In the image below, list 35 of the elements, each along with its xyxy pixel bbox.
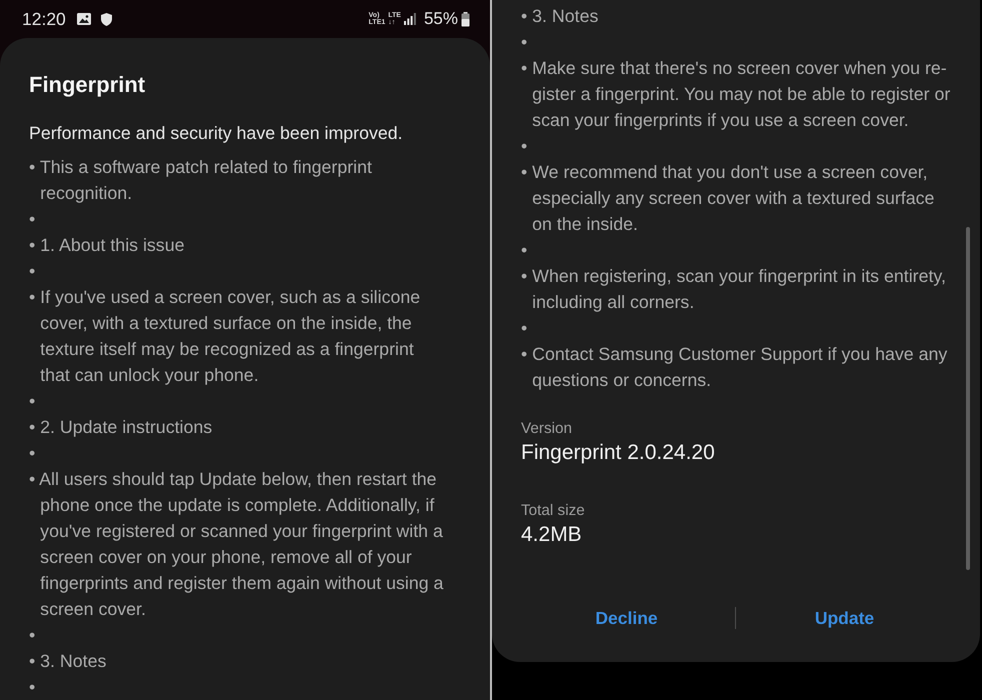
note-line: •	[29, 676, 36, 699]
size-label: Total size	[521, 501, 586, 521]
update-button[interactable]: Update	[736, 594, 953, 642]
note-line: •	[521, 135, 528, 158]
note-line: • Contact Samsung Customer Support if you have any questions or concerns.	[521, 343, 948, 392]
note-line: • 3. Notes	[521, 5, 600, 28]
note-line: • 2. Update instructions	[29, 416, 214, 439]
battery-icon	[461, 12, 470, 26]
summary-text: Performance and security have been improved.	[29, 122, 404, 145]
shield-icon	[100, 12, 112, 26]
note-line: • This a software patch related to fingerprint recognition.	[29, 156, 373, 205]
size-value: 4.2MB	[521, 522, 583, 548]
version-label: Version	[521, 419, 574, 439]
signal-icon	[404, 13, 416, 25]
decline-button[interactable]: Decline	[518, 594, 735, 642]
note-line: • We recommend that you don't use a screen cover, especially any screen cover with a textured surface on the inside.	[521, 161, 936, 236]
image-icon	[76, 13, 91, 25]
note-line: • Make sure that there's no screen cover when you re-gister a fingerprint. You may not be able to register or scan your fingerprints if you use a screen cover.	[521, 57, 951, 132]
note-line: • 3. Notes	[29, 650, 108, 673]
note-line: •	[521, 31, 528, 54]
dialog-title: Fingerprint	[29, 71, 146, 99]
note-line: •	[29, 624, 36, 647]
note-line: •	[29, 260, 36, 283]
note-line: •	[521, 239, 528, 262]
note-line: • When registering, scan your fingerprint in its entirety, including all corners.	[521, 265, 947, 314]
clock-time: 12:20	[22, 9, 66, 29]
version-value: Fingerprint 2.0.24.20	[521, 440, 716, 466]
note-line: •	[29, 208, 36, 231]
note-line: •	[29, 442, 36, 465]
note-line: • If you've used a screen cover, such as a silicone cover, with a textured surface on the inside, the texture itself may be recognized as a fingerprint that can unlock your phone.	[29, 286, 422, 387]
note-line: • All users should tap Update below, then restart the phone once the update is complete. Additionally, if you've registered or scanned your fingerprint with a screen cover on your phone, remove all of your fingerprints and register them again without using a screen cover.	[29, 468, 444, 621]
note-line: • 1. About this issue	[29, 234, 186, 257]
note-line: •	[521, 317, 528, 340]
battery-percent: 55%	[424, 9, 458, 29]
note-line: •	[29, 390, 36, 413]
